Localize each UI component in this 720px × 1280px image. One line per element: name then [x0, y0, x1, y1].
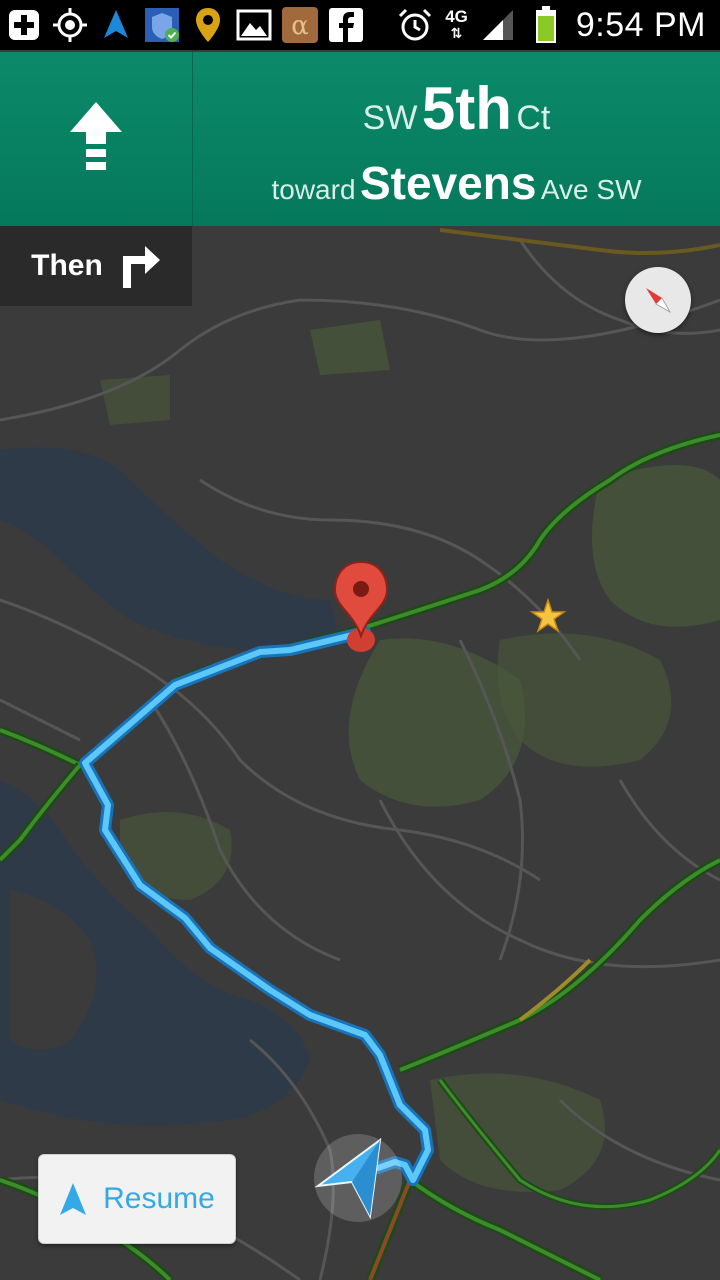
resume-button[interactable]: Resume: [38, 1154, 236, 1244]
location-pin-icon: [190, 7, 226, 43]
network-type: 4G: [445, 7, 468, 26]
toward-suffix: Ave SW: [540, 174, 642, 205]
status-icons-left: α: [6, 0, 364, 50]
gallery-icon: [236, 7, 272, 43]
alpha-app-icon: α: [282, 7, 318, 43]
battery-icon: [528, 6, 564, 43]
navigation-icon: [98, 7, 134, 43]
street-name: 5th: [421, 75, 512, 142]
navigation-arrow-icon: [60, 1183, 87, 1215]
then-label: Then: [31, 249, 103, 282]
maneuver-panel[interactable]: [0, 52, 193, 226]
gps-icon: [52, 7, 88, 43]
signal-icon: [480, 7, 516, 43]
status-icons-right: 4G ⇅ 9:54 PM: [397, 0, 706, 50]
status-bar: α 4G ⇅ 9:54 PM: [0, 0, 720, 50]
street-suffix: Ct: [516, 99, 551, 137]
svg-text:α: α: [291, 11, 309, 41]
location-arrow-icon: [314, 1134, 402, 1222]
toward-label: toward: [271, 174, 356, 205]
map-view[interactable]: [0, 226, 720, 1280]
straight-arrow-icon: [70, 102, 122, 170]
alarm-icon: [397, 7, 433, 43]
network-4g-icon: 4G ⇅: [445, 7, 468, 41]
compass-button[interactable]: [625, 267, 691, 333]
next-maneuver-panel[interactable]: Then: [0, 226, 192, 306]
turn-right-icon: [122, 246, 160, 288]
status-time: 9:54 PM: [575, 5, 706, 44]
resume-label: Resume: [103, 1182, 215, 1215]
street-instruction[interactable]: SW 5th Ct toward Stevens Ave SW: [193, 52, 720, 226]
street-prefix: SW: [362, 99, 418, 137]
street-line: SW 5th Ct: [193, 74, 720, 143]
toward-name: Stevens: [359, 157, 537, 209]
toward-line: toward Stevens Ave SW: [193, 156, 720, 210]
navigation-header: SW 5th Ct toward Stevens Ave SW: [0, 52, 720, 226]
add-icon: [6, 7, 42, 43]
compass-icon: [646, 288, 672, 314]
shield-icon: [144, 7, 180, 43]
facebook-icon: [328, 7, 364, 43]
